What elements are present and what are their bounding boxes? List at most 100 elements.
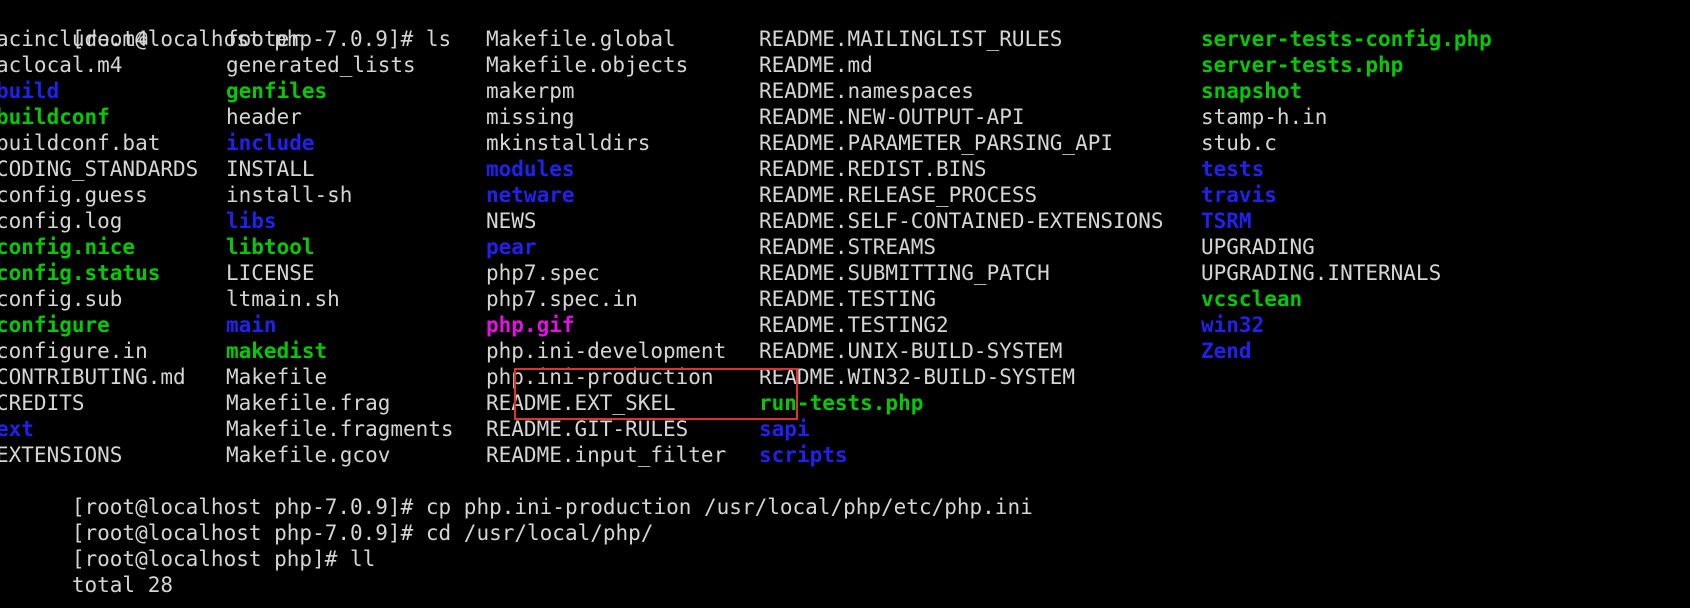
ls-entry[interactable]: genfiles [226, 78, 486, 104]
ls-entry[interactable]: run-tests.php [759, 390, 1201, 416]
ls-entry[interactable]: buildconf [0, 104, 226, 130]
ls-entry[interactable]: CONTRIBUTING.md [0, 364, 226, 390]
prompt-ll: [root@localhost php]# ll [71, 547, 376, 571]
ls-entry[interactable]: CODING_STANDARDS [0, 156, 226, 182]
ls-entry[interactable]: README.RELEASE_PROCESS [759, 182, 1201, 208]
ls-entry[interactable]: README.input_filter [486, 442, 759, 468]
ls-entry[interactable]: README.md [759, 52, 1201, 78]
ls-entry[interactable]: README.REDIST.BINS [759, 156, 1201, 182]
ls-entry[interactable]: Makefile.gcov [226, 442, 486, 468]
ls-row: ext Makefile.fragments README.GIT-RULES sap… [0, 416, 1690, 442]
ls-entry[interactable]: sapi [759, 416, 1201, 442]
ls-row: configure main php.gif README.TESTING2 win32 [0, 312, 1690, 338]
ls-entry[interactable]: footer [226, 26, 486, 52]
ls-entry[interactable]: README.namespaces [759, 78, 1201, 104]
ls-entry[interactable]: header [226, 104, 486, 130]
ls-row: config.sub ltmain.sh php7.spec.in README.TE… [0, 286, 1690, 312]
ls-entry[interactable]: makedist [226, 338, 486, 364]
ls-entry[interactable]: Makefile.global [486, 26, 759, 52]
ls-entry[interactable]: php7.spec [486, 260, 759, 286]
ls-entry[interactable]: libs [226, 208, 486, 234]
ls-entry[interactable]: php.ini-production [486, 364, 759, 390]
ls-entry[interactable]: README.SUBMITTING_PATCH [759, 260, 1201, 286]
ls-entry[interactable]: README.PARAMETER_PARSING_API [759, 130, 1201, 156]
ls-entry[interactable]: config.log [0, 208, 226, 234]
ls-entry[interactable]: php.gif [486, 312, 759, 338]
ls-entry[interactable]: travis [1201, 182, 1501, 208]
ls-entry[interactable]: php7.spec.in [486, 286, 759, 312]
ls-entry[interactable]: CREDITS [0, 390, 226, 416]
ls-entry[interactable]: config.sub [0, 286, 226, 312]
ls-row: buildconf.bat include mkinstalldirs README.… [0, 130, 1690, 156]
ls-entry[interactable]: win32 [1201, 312, 1501, 338]
ls-entry[interactable]: LICENSE [226, 260, 486, 286]
ls-entry[interactable]: config.guess [0, 182, 226, 208]
ls-entry[interactable]: pear [486, 234, 759, 260]
ls-entry[interactable]: README.MAILINGLIST_RULES [759, 26, 1201, 52]
ls-entry[interactable]: README.STREAMS [759, 234, 1201, 260]
ls-entry[interactable]: EXTENSIONS [0, 442, 226, 468]
ls-entry[interactable]: makerpm [486, 78, 759, 104]
ls-entry[interactable]: ext [0, 416, 226, 442]
ls-entry[interactable]: vcsclean [1201, 286, 1501, 312]
ls-entry[interactable]: include [226, 130, 486, 156]
ls-entry[interactable]: README.GIT-RULES [486, 416, 759, 442]
ls-row: CONTRIBUTING.md Makefile php.ini-productio… [0, 364, 1690, 390]
prompt-cd: [root@localhost php-7.0.9]# cd /usr/loca… [71, 521, 654, 545]
ls-entry[interactable]: netware [486, 182, 759, 208]
ls-entry[interactable]: Zend [1201, 338, 1501, 364]
ls-entry[interactable]: README.TESTING2 [759, 312, 1201, 338]
command-line-cp: [root@localhost php-7.0.9]# cp php.ini-p… [0, 468, 1690, 519]
ls-entry[interactable]: README.TESTING [759, 286, 1201, 312]
ls-entry[interactable]: Makefile.fragments [226, 416, 486, 442]
prompt-cp: [root@localhost php-7.0.9]# cp php.ini-p… [71, 495, 1033, 519]
screen-bottom-edge [0, 602, 1690, 608]
ls-entry[interactable]: UPGRADING.INTERNALS [1201, 260, 1501, 286]
ls-entry[interactable]: aclocal.m4 [0, 52, 226, 78]
ls-entry[interactable]: modules [486, 156, 759, 182]
ls-row: CODING_STANDARDS INSTALL modules README.RED… [0, 156, 1690, 182]
terminal-screen[interactable]: [root@localhost php-7.0.9]# ls acinclude… [0, 0, 1690, 608]
ls-entry[interactable]: README.NEW-OUTPUT-API [759, 104, 1201, 130]
ls-entry[interactable]: build [0, 78, 226, 104]
ls-entry[interactable]: NEWS [486, 208, 759, 234]
ls-entry[interactable]: UPGRADING [1201, 234, 1501, 260]
ls-entry[interactable]: stamp-h.in [1201, 104, 1501, 130]
ls-row: aclocal.m4 generated_lists Makefile.object… [0, 52, 1690, 78]
ls-entry[interactable]: snapshot [1201, 78, 1501, 104]
ls-row: configure.in makedist php.ini-development R… [0, 338, 1690, 364]
ls-entry[interactable]: missing [486, 104, 759, 130]
ls-entry[interactable]: README.SELF-CONTAINED-EXTENSIONS [759, 208, 1201, 234]
ls-entry[interactable]: README.EXT_SKEL [486, 390, 759, 416]
ls-entry[interactable]: main [226, 312, 486, 338]
ls-entry[interactable]: Makefile.objects [486, 52, 759, 78]
ls-entry[interactable]: php.ini-development [486, 338, 759, 364]
ls-entry[interactable]: README.UNIX-BUILD-SYSTEM [759, 338, 1201, 364]
ls-entry[interactable]: README.WIN32-BUILD-SYSTEM [759, 364, 1201, 390]
total-count: total 28 [71, 573, 174, 597]
ls-entry[interactable]: Makefile [226, 364, 486, 390]
ls-entry[interactable]: config.status [0, 260, 226, 286]
ls-entry[interactable]: stub.c [1201, 130, 1501, 156]
ls-row: acinclude.m4 footer Makefile.global README.… [0, 26, 1690, 52]
ls-entry[interactable]: buildconf.bat [0, 130, 226, 156]
ls-entry[interactable]: libtool [226, 234, 486, 260]
ls-row: config.nice libtool pear README.STREAMS UPGR… [0, 234, 1690, 260]
ls-entry[interactable]: configure.in [0, 338, 226, 364]
ls-entry[interactable]: generated_lists [226, 52, 486, 78]
ls-entry[interactable]: install-sh [226, 182, 486, 208]
terminal-output: [root@localhost php-7.0.9]# ls acinclude… [0, 0, 1690, 597]
ls-entry[interactable]: INSTALL [226, 156, 486, 182]
ls-entry[interactable]: Makefile.frag [226, 390, 486, 416]
ls-entry[interactable]: mkinstalldirs [486, 130, 759, 156]
ls-entry[interactable]: config.nice [0, 234, 226, 260]
ls-entry[interactable]: configure [0, 312, 226, 338]
ls-entry[interactable]: ltmain.sh [226, 286, 486, 312]
ls-entry[interactable]: server-tests.php [1201, 52, 1501, 78]
ls-entry[interactable]: server-tests-config.php [1201, 26, 1501, 52]
ls-entry[interactable]: acinclude.m4 [0, 26, 226, 52]
ls-entry[interactable]: scripts [759, 442, 1201, 468]
ls-entry[interactable]: TSRM [1201, 208, 1501, 234]
ls-entry[interactable]: tests [1201, 156, 1501, 182]
ls-row: config.guess install-sh netware README.RELE… [0, 182, 1690, 208]
